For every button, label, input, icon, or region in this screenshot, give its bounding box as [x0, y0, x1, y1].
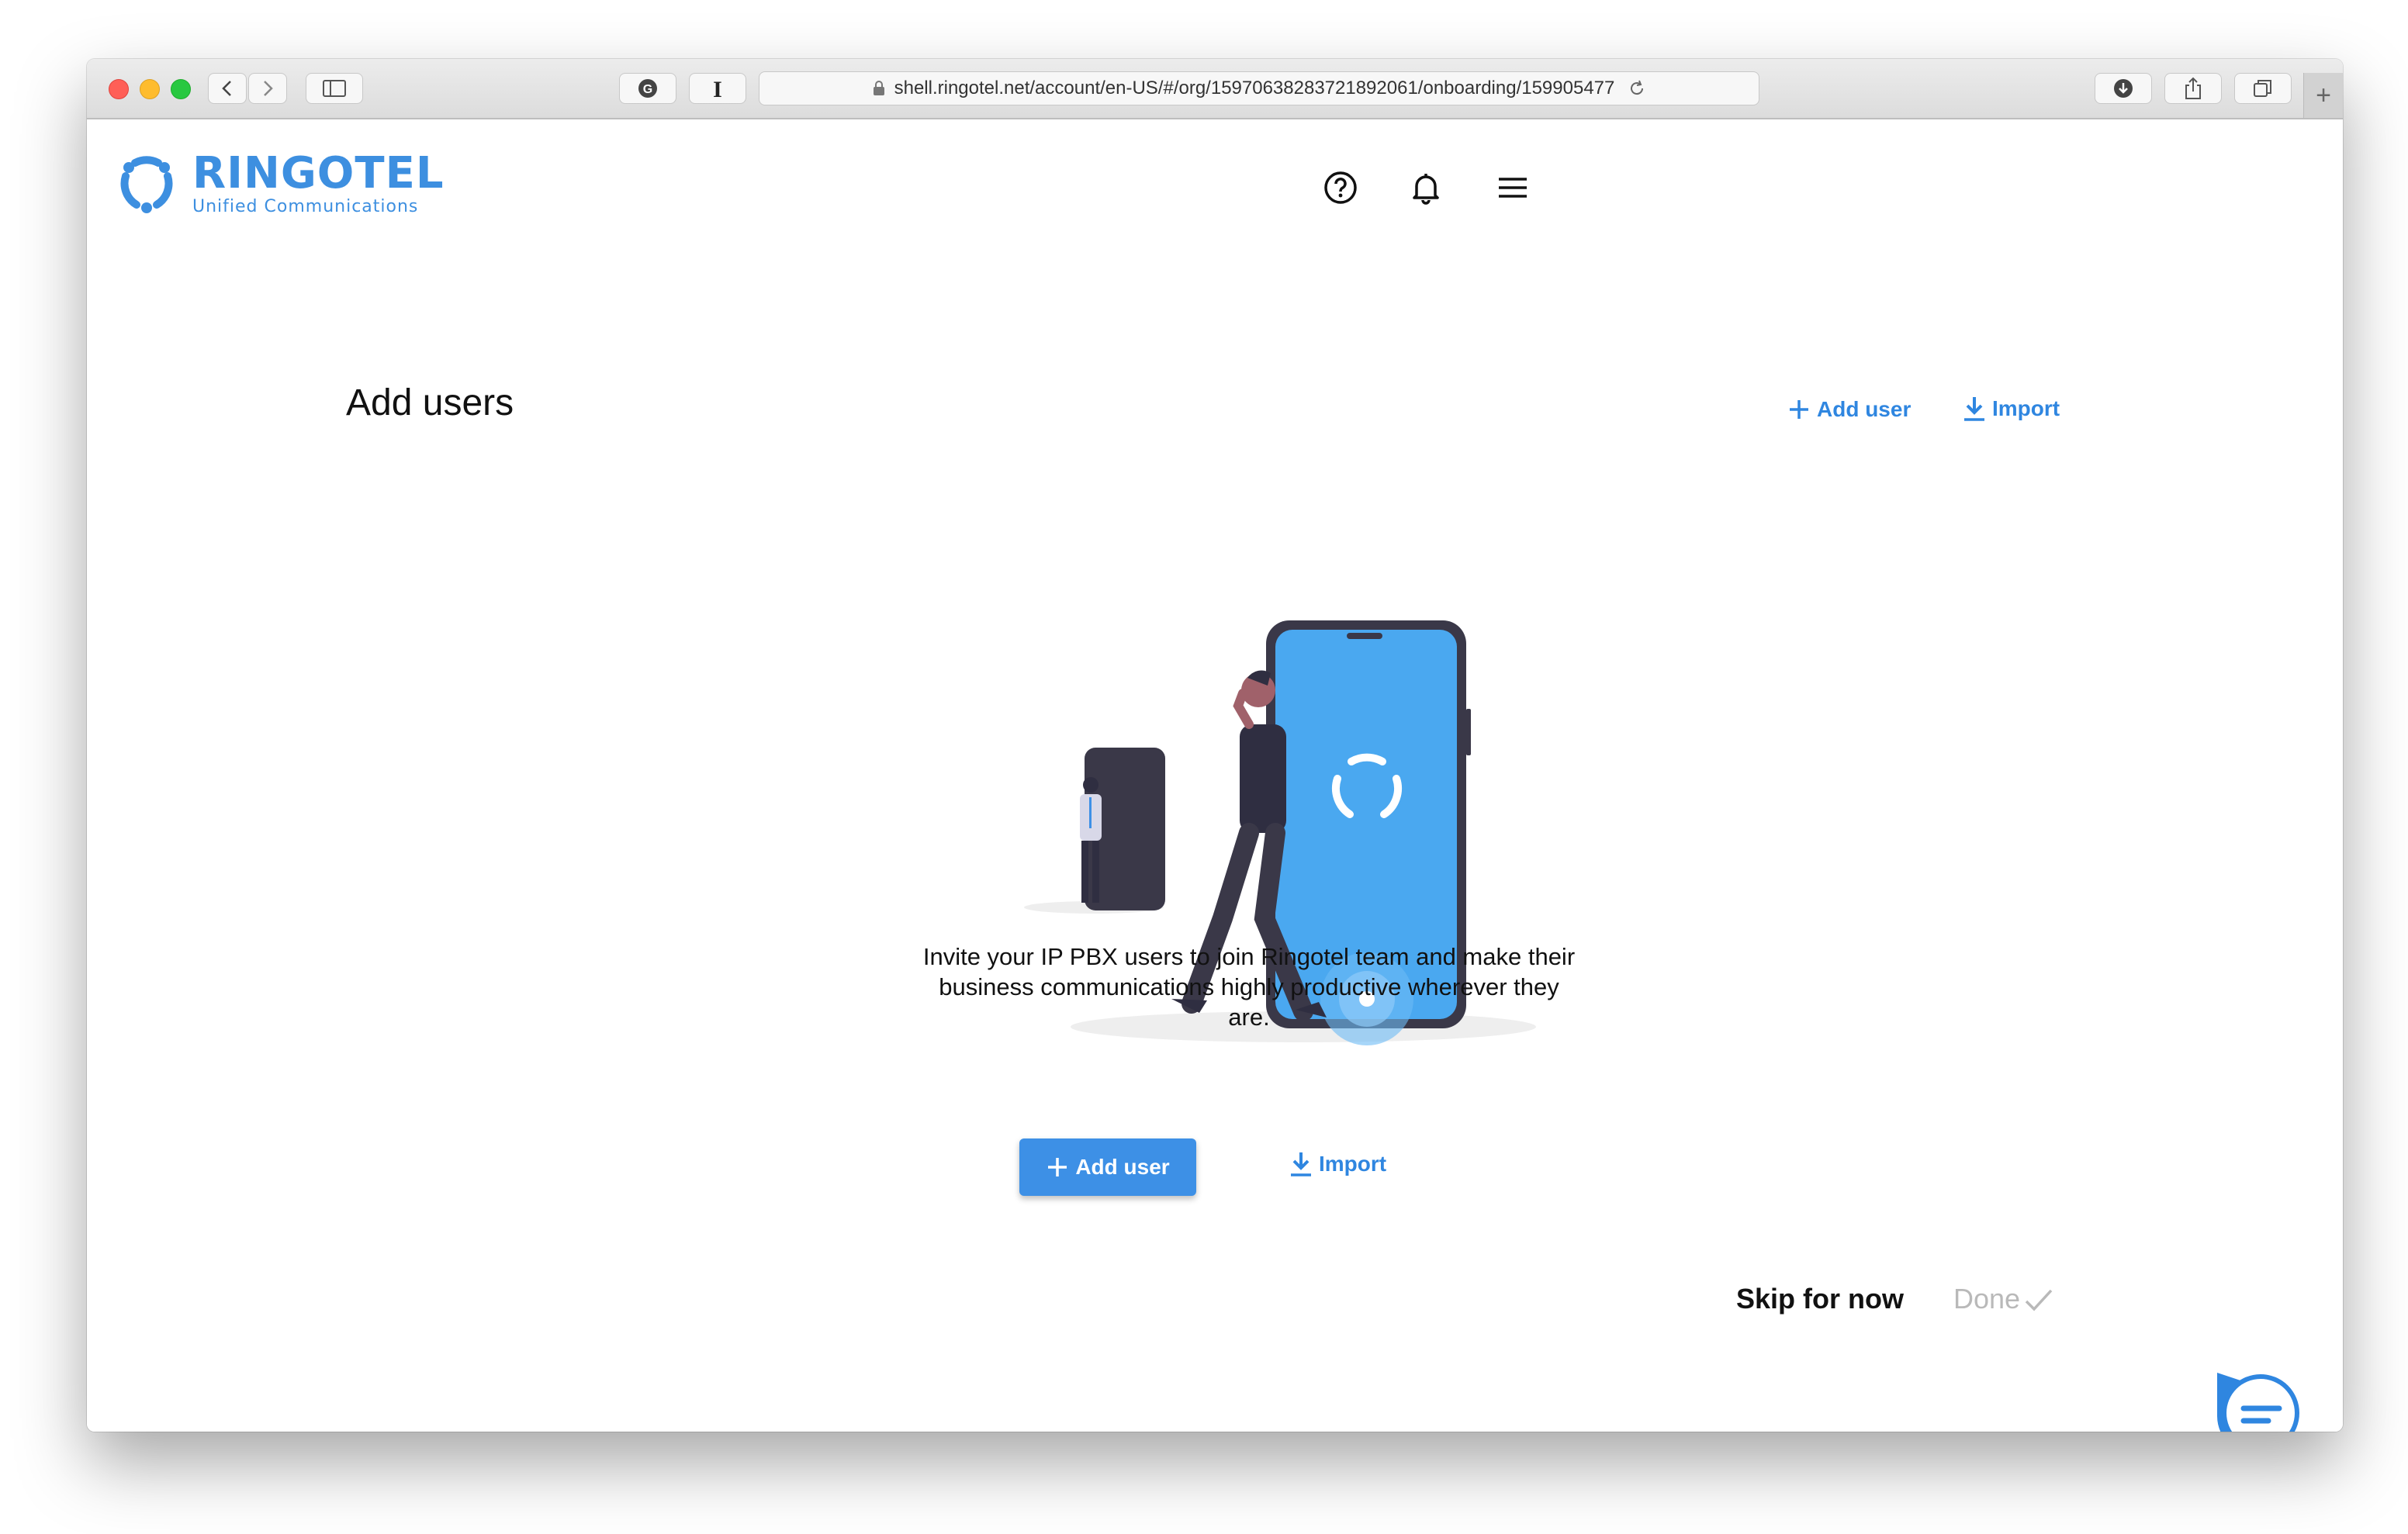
import-button-label: Import	[1319, 1152, 1387, 1176]
checkmark-icon	[2025, 1289, 2053, 1311]
main-menu-button[interactable]	[1491, 166, 1534, 209]
browser-window: G I shell.ringotel.net/account/en-US/#/o…	[87, 59, 2343, 1432]
tabs-icon	[2254, 80, 2271, 97]
download-icon	[2114, 79, 2133, 98]
app-page: RINGOTEL Unified Communications Add user…	[87, 119, 2343, 1432]
brand-name: RINGOTEL	[192, 147, 445, 199]
add-user-top-label: Add user	[1817, 397, 1912, 421]
downloads-button[interactable]	[2095, 73, 2152, 104]
plus-icon	[1790, 400, 1808, 419]
add-user-button-label: Add user	[1075, 1155, 1170, 1179]
help-button[interactable]	[1319, 166, 1362, 209]
logo-text: RINGOTEL Unified Communications	[192, 147, 445, 216]
notifications-button[interactable]	[1404, 166, 1448, 209]
lock-icon	[873, 81, 884, 95]
ringotel-logo-icon	[120, 156, 173, 213]
download-arrow-icon	[1291, 1152, 1311, 1176]
instapaper-icon: I	[713, 77, 722, 100]
grammarly-icon: G	[638, 79, 657, 98]
done-button[interactable]: Done	[1953, 1283, 2054, 1315]
add-user-button[interactable]: Add user	[1019, 1138, 1196, 1196]
skip-for-now-button[interactable]: Skip for now	[1736, 1283, 1904, 1315]
menu-icon	[1499, 178, 1527, 198]
grammarly-extension-button[interactable]: G	[619, 73, 676, 104]
chevron-left-icon	[222, 81, 231, 96]
browser-toolbar: G I shell.ringotel.net/account/en-US/#/o…	[87, 59, 2343, 119]
brand-tagline: Unified Communications	[192, 196, 419, 216]
svg-text:G: G	[643, 83, 652, 96]
import-button[interactable]: Import	[1289, 1151, 1386, 1177]
onboarding-description: Invite your IP PBX users to join Ringote…	[922, 943, 1576, 1031]
share-icon	[2185, 77, 2201, 99]
phone-side-button	[1466, 709, 1471, 755]
bell-icon	[1413, 174, 1439, 205]
close-window-button[interactable]	[109, 79, 129, 99]
address-url: shell.ringotel.net/account/en-US/#/org/1…	[894, 78, 1615, 98]
ringotel-logo[interactable]: RINGOTEL Unified Communications	[112, 149, 445, 219]
share-button[interactable]	[2164, 73, 2222, 104]
reload-icon[interactable]	[1627, 78, 1647, 98]
instapaper-extension-button[interactable]: I	[689, 73, 746, 104]
new-tab-button[interactable]: +	[2303, 73, 2343, 118]
help-icon	[1324, 171, 1357, 204]
sidebar-icon	[323, 80, 346, 97]
plus-icon	[1048, 1158, 1067, 1176]
back-button[interactable]	[208, 73, 247, 104]
add-user-top-button[interactable]: Add user	[1787, 397, 1911, 422]
tabs-overview-button[interactable]	[2234, 73, 2292, 104]
svg-text:I: I	[713, 77, 722, 100]
import-top-label: Import	[1992, 396, 2060, 420]
sidebar-toggle-button[interactable]	[306, 73, 363, 104]
minimize-window-button[interactable]	[140, 79, 160, 99]
address-bar[interactable]: shell.ringotel.net/account/en-US/#/org/1…	[759, 71, 1759, 105]
import-top-button[interactable]: Import	[1963, 396, 2060, 422]
phone-notch	[1347, 633, 1382, 639]
forward-button[interactable]	[248, 73, 287, 104]
chevron-right-icon	[264, 81, 273, 96]
zoom-window-button[interactable]	[171, 79, 191, 99]
download-arrow-icon	[1964, 397, 1984, 421]
chat-widget-button[interactable]	[2209, 1370, 2301, 1432]
done-button-label: Done	[1953, 1283, 2021, 1315]
page-title: Add users	[346, 382, 514, 423]
